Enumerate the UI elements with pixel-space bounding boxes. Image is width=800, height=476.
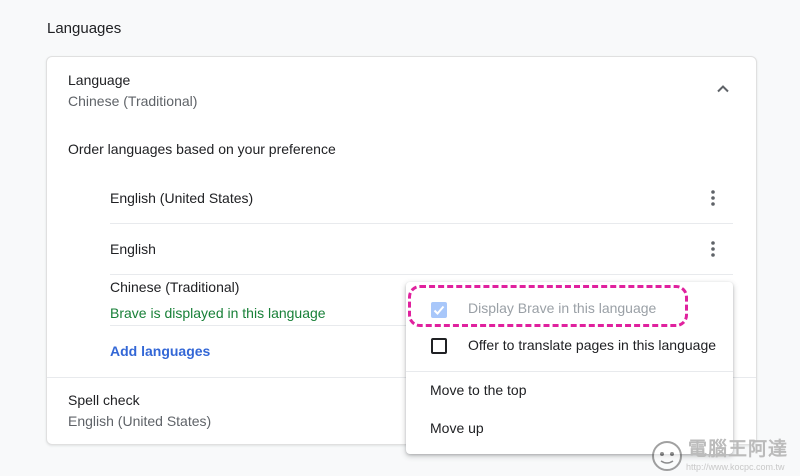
more-vert-icon[interactable] [703, 188, 723, 208]
spell-check-value: English (United States) [68, 413, 212, 429]
highlight-annotation [408, 285, 688, 327]
section-title: Languages [47, 20, 122, 37]
chevron-up-icon[interactable] [713, 79, 733, 99]
menu-item-label: Move up [430, 420, 484, 436]
menu-item-label: Move to the top [430, 382, 527, 398]
language-row: English [110, 224, 733, 275]
display-language-status: Brave is displayed in this language [110, 305, 326, 321]
language-value: Chinese (Traditional) [68, 93, 198, 109]
menu-item-label: Offer to translate pages in this languag… [468, 337, 717, 353]
menu-item-offer-translate[interactable]: Offer to translate pages in this languag… [406, 337, 733, 357]
order-description: Order languages based on your preference [68, 141, 336, 157]
language-label: Language [68, 72, 131, 88]
spell-check-label: Spell check [68, 392, 140, 408]
menu-item-move-to-top[interactable]: Move to the top [406, 382, 733, 402]
checkbox-offer-translate[interactable] [431, 338, 447, 354]
menu-divider [406, 371, 733, 372]
watermark-title: 電腦王阿達 [688, 439, 789, 460]
language-name: English [110, 241, 156, 257]
more-vert-icon[interactable] [703, 239, 723, 259]
language-name: English (United States) [110, 190, 254, 206]
language-row: English (United States) [110, 173, 733, 224]
watermark-url: http://www.kocpc.com.tw [686, 462, 785, 472]
language-name: Chinese (Traditional) [110, 279, 240, 295]
add-languages-button[interactable]: Add languages [110, 343, 210, 359]
